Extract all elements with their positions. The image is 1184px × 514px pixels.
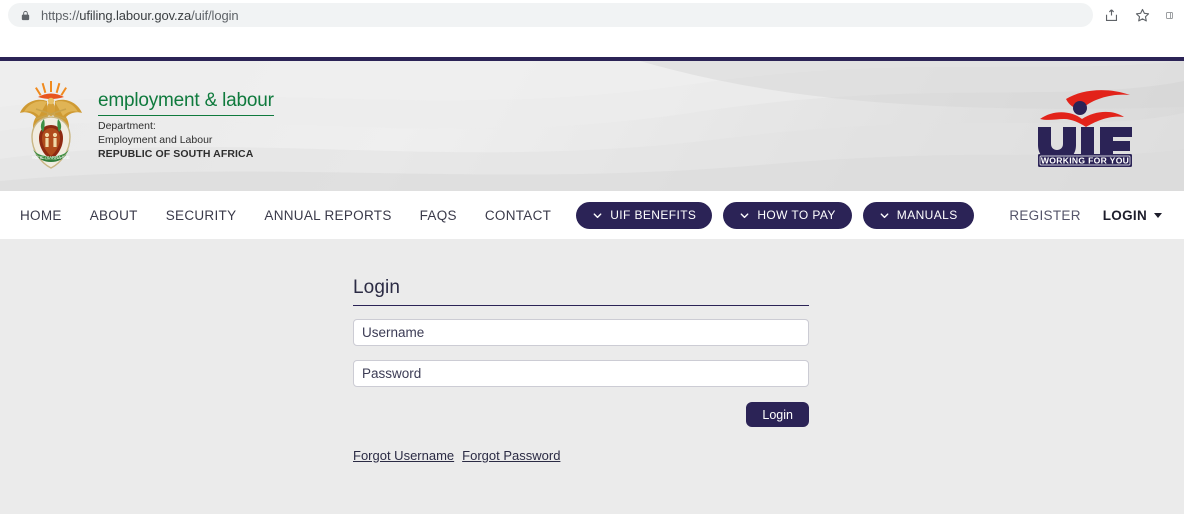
svg-text:!KE E: /XARRA //KE: !KE E: /XARRA //KE	[32, 155, 70, 160]
side-panel-icon[interactable]	[1165, 7, 1174, 24]
nav-about[interactable]: ABOUT	[76, 208, 152, 223]
chevron-down-icon	[739, 210, 750, 221]
login-menu-label: LOGIN	[1103, 208, 1147, 223]
login-form-panel: Login Login Forgot Username Forgot Passw…	[353, 277, 809, 463]
url-text: https://ufiling.labour.gov.za/uif/login	[41, 8, 239, 23]
uif-logo: WORKING FOR YOU	[1024, 83, 1140, 169]
address-bar[interactable]: https://ufiling.labour.gov.za/uif/login	[8, 3, 1093, 27]
uif-logo-icon: WORKING FOR YOU	[1024, 83, 1140, 169]
nav-account-group: REGISTER LOGIN	[1009, 208, 1170, 223]
url-domain: ufiling.labour.gov.za	[79, 8, 191, 23]
department-line-3: REPUBLIC OF SOUTH AFRICA	[98, 148, 274, 162]
username-input[interactable]	[353, 319, 809, 346]
browser-action-icons	[1097, 7, 1176, 24]
share-icon[interactable]	[1103, 7, 1120, 24]
nav-faqs[interactable]: FAQS	[406, 208, 471, 223]
forgot-links-row: Forgot Username Forgot Password	[353, 448, 809, 463]
browser-chrome-spacer	[0, 30, 1184, 57]
nav-security[interactable]: SECURITY	[152, 208, 251, 223]
nav-links-group: HOME ABOUT SECURITY ANNUAL REPORTS FAQS …	[14, 202, 974, 229]
login-submit-button[interactable]: Login	[746, 402, 809, 427]
department-text-block: employment & labour Department: Employme…	[98, 79, 274, 161]
nav-contact[interactable]: CONTACT	[471, 208, 565, 223]
site-banner: !KE E: /XARRA //KE employment & labour D…	[0, 61, 1184, 191]
nav-annual-reports[interactable]: ANNUAL REPORTS	[250, 208, 405, 223]
nav-dropdown-how-to-pay-label: HOW TO PAY	[757, 208, 835, 222]
url-scheme: https://	[41, 8, 79, 23]
login-menu[interactable]: LOGIN	[1103, 208, 1162, 223]
caret-down-icon	[1154, 213, 1162, 218]
page-content: Login Login Forgot Username Forgot Passw…	[0, 239, 1184, 514]
department-logo: !KE E: /XARRA //KE employment & labour D…	[14, 79, 274, 171]
bookmark-star-icon[interactable]	[1134, 7, 1151, 24]
forgot-username-link[interactable]: Forgot Username	[353, 448, 454, 463]
svg-text:WORKING FOR YOU: WORKING FOR YOU	[1041, 155, 1129, 165]
password-input[interactable]	[353, 360, 809, 387]
register-link[interactable]: REGISTER	[1009, 208, 1080, 223]
browser-toolbar: https://ufiling.labour.gov.za/uif/login	[0, 0, 1184, 30]
lock-icon	[20, 10, 31, 21]
main-navigation: HOME ABOUT SECURITY ANNUAL REPORTS FAQS …	[0, 191, 1184, 239]
department-subtitle: Department: Employment and Labour REPUBL…	[98, 120, 274, 162]
forgot-password-link[interactable]: Forgot Password	[462, 448, 560, 463]
chevron-down-icon	[879, 210, 890, 221]
nav-dropdown-manuals-label: MANUALS	[897, 208, 958, 222]
nav-home[interactable]: HOME	[14, 208, 76, 223]
chevron-down-icon	[592, 210, 603, 221]
nav-dropdown-how-to-pay[interactable]: HOW TO PAY	[723, 202, 851, 229]
department-line-1: Department:	[98, 120, 274, 134]
nav-dropdown-manuals[interactable]: MANUALS	[863, 202, 974, 229]
department-title: employment & labour	[98, 91, 274, 116]
url-path: /uif/login	[191, 8, 238, 23]
login-heading: Login	[353, 277, 809, 306]
nav-dropdown-uif-benefits[interactable]: UIF BENEFITS	[576, 202, 712, 229]
south-africa-coat-of-arms-icon: !KE E: /XARRA //KE	[14, 79, 88, 171]
nav-dropdown-uif-benefits-label: UIF BENEFITS	[610, 208, 696, 222]
department-line-2: Employment and Labour	[98, 134, 274, 148]
login-button-row: Login	[353, 402, 809, 427]
